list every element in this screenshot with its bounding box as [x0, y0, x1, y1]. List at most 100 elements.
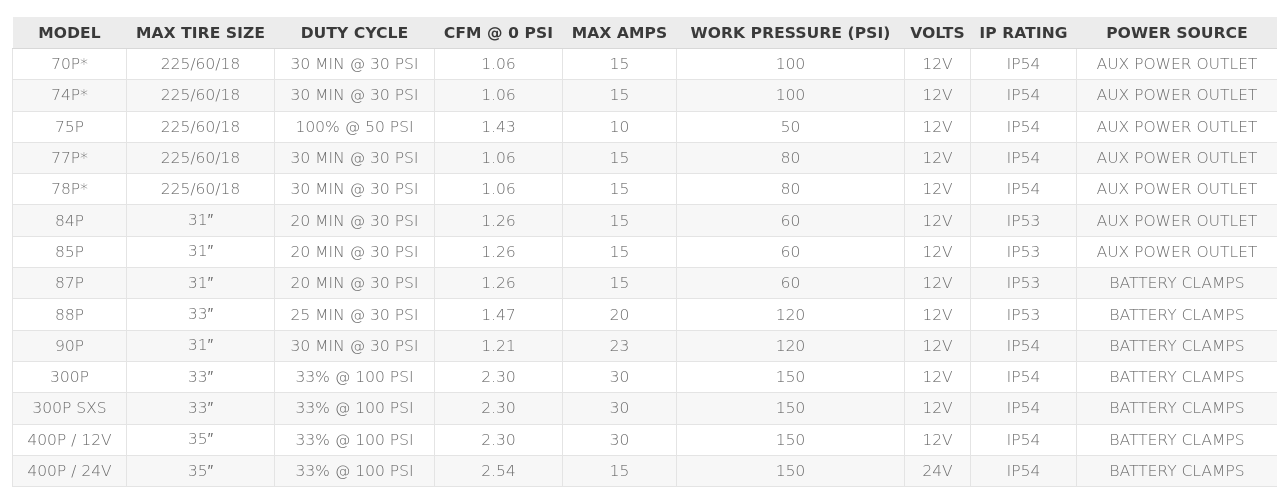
table-cell-volts: 12V	[904, 48, 971, 81]
table-cell-volts: 12V	[904, 267, 971, 300]
table-cell-model: 85P	[12, 236, 127, 269]
table-cell-volts: 12V	[904, 79, 971, 112]
table-row: 85P 31″ 20 MIN @ 30 PSI 1.26 15 60 12V IP53 AUX …	[12, 236, 1277, 269]
table-cell-power-source: AUX POWER OUTLET	[1076, 173, 1277, 206]
spec-table-container: MODEL MAX TIRE SIZE DUTY CYCLE CFM @ 0 PSI M…	[12, 17, 1277, 488]
table-cell-duty-cycle: 100% @ 50 PSI	[274, 111, 435, 143]
table-cell-max-amps: 15	[562, 173, 677, 206]
table-cell-duty-cycle: 20 MIN @ 30 PSI	[274, 267, 435, 300]
table-cell-max-amps: 15	[562, 455, 677, 488]
table-cell-max-tire-size: 225/60/18	[126, 142, 275, 175]
table-cell-volts: 12V	[904, 236, 971, 269]
table-header: MODEL MAX TIRE SIZE DUTY CYCLE CFM @ 0 PSI M…	[12, 17, 1277, 49]
table-cell-volts: 12V	[904, 392, 971, 425]
table-cell-cfm: 1.21	[434, 330, 563, 362]
table-cell-power-source: AUX POWER OUTLET	[1076, 142, 1277, 175]
table-cell-model: 400P / 12V	[12, 424, 127, 456]
column-header-cfm: CFM @ 0 PSI	[434, 17, 563, 49]
table-row: 400P / 24V 35″ 33% @ 100 PSI 2.54 15 150 24V IP…	[12, 455, 1277, 488]
table-cell-ip-rating: IP54	[970, 330, 1077, 362]
table-cell-duty-cycle: 30 MIN @ 30 PSI	[274, 330, 435, 362]
table-cell-duty-cycle: 33% @ 100 PSI	[274, 392, 435, 425]
table-cell-max-tire-size: 35″	[126, 455, 275, 488]
table-cell-model: 300P SXS	[12, 392, 127, 425]
table-cell-ip-rating: IP53	[970, 236, 1077, 269]
table-cell-ip-rating: IP54	[970, 392, 1077, 425]
table-cell-ip-rating: IP54	[970, 79, 1077, 112]
table-row: 74P* 225/60/18 30 MIN @ 30 PSI 1.06 15 100 12V…	[12, 79, 1277, 112]
table-cell-work-pressure: 60	[676, 267, 905, 300]
table-cell-volts: 12V	[904, 142, 971, 175]
table-cell-power-source: AUX POWER OUTLET	[1076, 111, 1277, 143]
table-cell-model: 300P	[12, 361, 127, 394]
table-cell-model: 90P	[12, 330, 127, 362]
table-row: 90P 31″ 30 MIN @ 30 PSI 1.21 23 120 12V IP54 BAT…	[12, 330, 1277, 362]
table-cell-cfm: 1.43	[434, 111, 563, 143]
table-cell-model: 78P*	[12, 173, 127, 206]
table-cell-ip-rating: IP54	[970, 173, 1077, 206]
column-header-max-amps: MAX AMPS	[562, 17, 677, 49]
table-cell-cfm: 1.26	[434, 267, 563, 300]
table-cell-max-tire-size: 35″	[126, 424, 275, 456]
table-cell-max-amps: 30	[562, 392, 677, 425]
table-cell-duty-cycle: 33% @ 100 PSI	[274, 361, 435, 394]
table-cell-power-source: BATTERY CLAMPS	[1076, 298, 1277, 331]
table-cell-cfm: 2.30	[434, 392, 563, 425]
table-cell-max-tire-size: 31″	[126, 204, 275, 237]
table-cell-volts: 12V	[904, 298, 971, 331]
table-cell-cfm: 1.06	[434, 173, 563, 206]
table-cell-cfm: 1.06	[434, 48, 563, 81]
table-row: 77P* 225/60/18 30 MIN @ 30 PSI 1.06 15 80 12V I…	[12, 142, 1277, 175]
table-cell-max-tire-size: 33″	[126, 298, 275, 331]
table-cell-max-amps: 30	[562, 361, 677, 394]
table-cell-volts: 12V	[904, 424, 971, 456]
table-cell-work-pressure: 50	[676, 111, 905, 143]
table-cell-ip-rating: IP54	[970, 111, 1077, 143]
table-row: 400P / 12V 35″ 33% @ 100 PSI 2.30 30 150 12V IP…	[12, 424, 1277, 456]
table-cell-duty-cycle: 33% @ 100 PSI	[274, 455, 435, 488]
table-cell-model: 400P / 24V	[12, 455, 127, 488]
table-cell-duty-cycle: 30 MIN @ 30 PSI	[274, 48, 435, 81]
table-cell-power-source: BATTERY CLAMPS	[1076, 392, 1277, 425]
table-cell-model: 87P	[12, 267, 127, 300]
table-cell-volts: 12V	[904, 173, 971, 206]
table-row: 300P 33″ 33% @ 100 PSI 2.30 30 150 12V IP54 BATT…	[12, 361, 1277, 394]
table-cell-work-pressure: 120	[676, 330, 905, 362]
table-row: 84P 31″ 20 MIN @ 30 PSI 1.26 15 60 12V IP53 AUX …	[12, 204, 1277, 237]
table-cell-duty-cycle: 33% @ 100 PSI	[274, 424, 435, 456]
table-cell-power-source: BATTERY CLAMPS	[1076, 455, 1277, 488]
table-cell-max-amps: 15	[562, 79, 677, 112]
header-row: MODEL MAX TIRE SIZE DUTY CYCLE CFM @ 0 PSI M…	[12, 17, 1277, 49]
table-row: 78P* 225/60/18 30 MIN @ 30 PSI 1.06 15 80 12V I…	[12, 173, 1277, 206]
table-cell-volts: 12V	[904, 111, 971, 143]
table-cell-power-source: BATTERY CLAMPS	[1076, 330, 1277, 362]
table-cell-model: 74P*	[12, 79, 127, 112]
table-row: 70P* 225/60/18 30 MIN @ 30 PSI 1.06 15 100 12V…	[12, 48, 1277, 81]
column-header-ip-rating: IP RATING	[970, 17, 1077, 49]
table-cell-ip-rating: IP54	[970, 48, 1077, 81]
table-cell-power-source: AUX POWER OUTLET	[1076, 236, 1277, 269]
table-cell-work-pressure: 150	[676, 424, 905, 456]
table-cell-work-pressure: 100	[676, 79, 905, 112]
table-cell-cfm: 2.30	[434, 361, 563, 394]
column-header-volts: VOLTS	[904, 17, 971, 49]
table-cell-power-source: AUX POWER OUTLET	[1076, 79, 1277, 112]
table-cell-ip-rating: IP54	[970, 142, 1077, 175]
table-cell-power-source: AUX POWER OUTLET	[1076, 204, 1277, 237]
column-header-duty-cycle: DUTY CYCLE	[274, 17, 435, 49]
table-cell-duty-cycle: 25 MIN @ 30 PSI	[274, 298, 435, 331]
table-cell-work-pressure: 100	[676, 48, 905, 81]
table-cell-ip-rating: IP54	[970, 424, 1077, 456]
table-cell-power-source: BATTERY CLAMPS	[1076, 424, 1277, 456]
table-cell-max-tire-size: 225/60/18	[126, 79, 275, 112]
table-cell-max-amps: 15	[562, 204, 677, 237]
table-cell-ip-rating: IP53	[970, 204, 1077, 237]
table-cell-work-pressure: 60	[676, 204, 905, 237]
table-cell-volts: 12V	[904, 330, 971, 362]
table-cell-model: 84P	[12, 204, 127, 237]
table-cell-work-pressure: 80	[676, 142, 905, 175]
spec-table: MODEL MAX TIRE SIZE DUTY CYCLE CFM @ 0 PSI M…	[12, 17, 1277, 488]
table-row: 75P 225/60/18 100% @ 50 PSI 1.43 10 50 12V IP54…	[12, 111, 1277, 143]
table-cell-model: 77P*	[12, 142, 127, 175]
table-cell-cfm: 2.30	[434, 424, 563, 456]
